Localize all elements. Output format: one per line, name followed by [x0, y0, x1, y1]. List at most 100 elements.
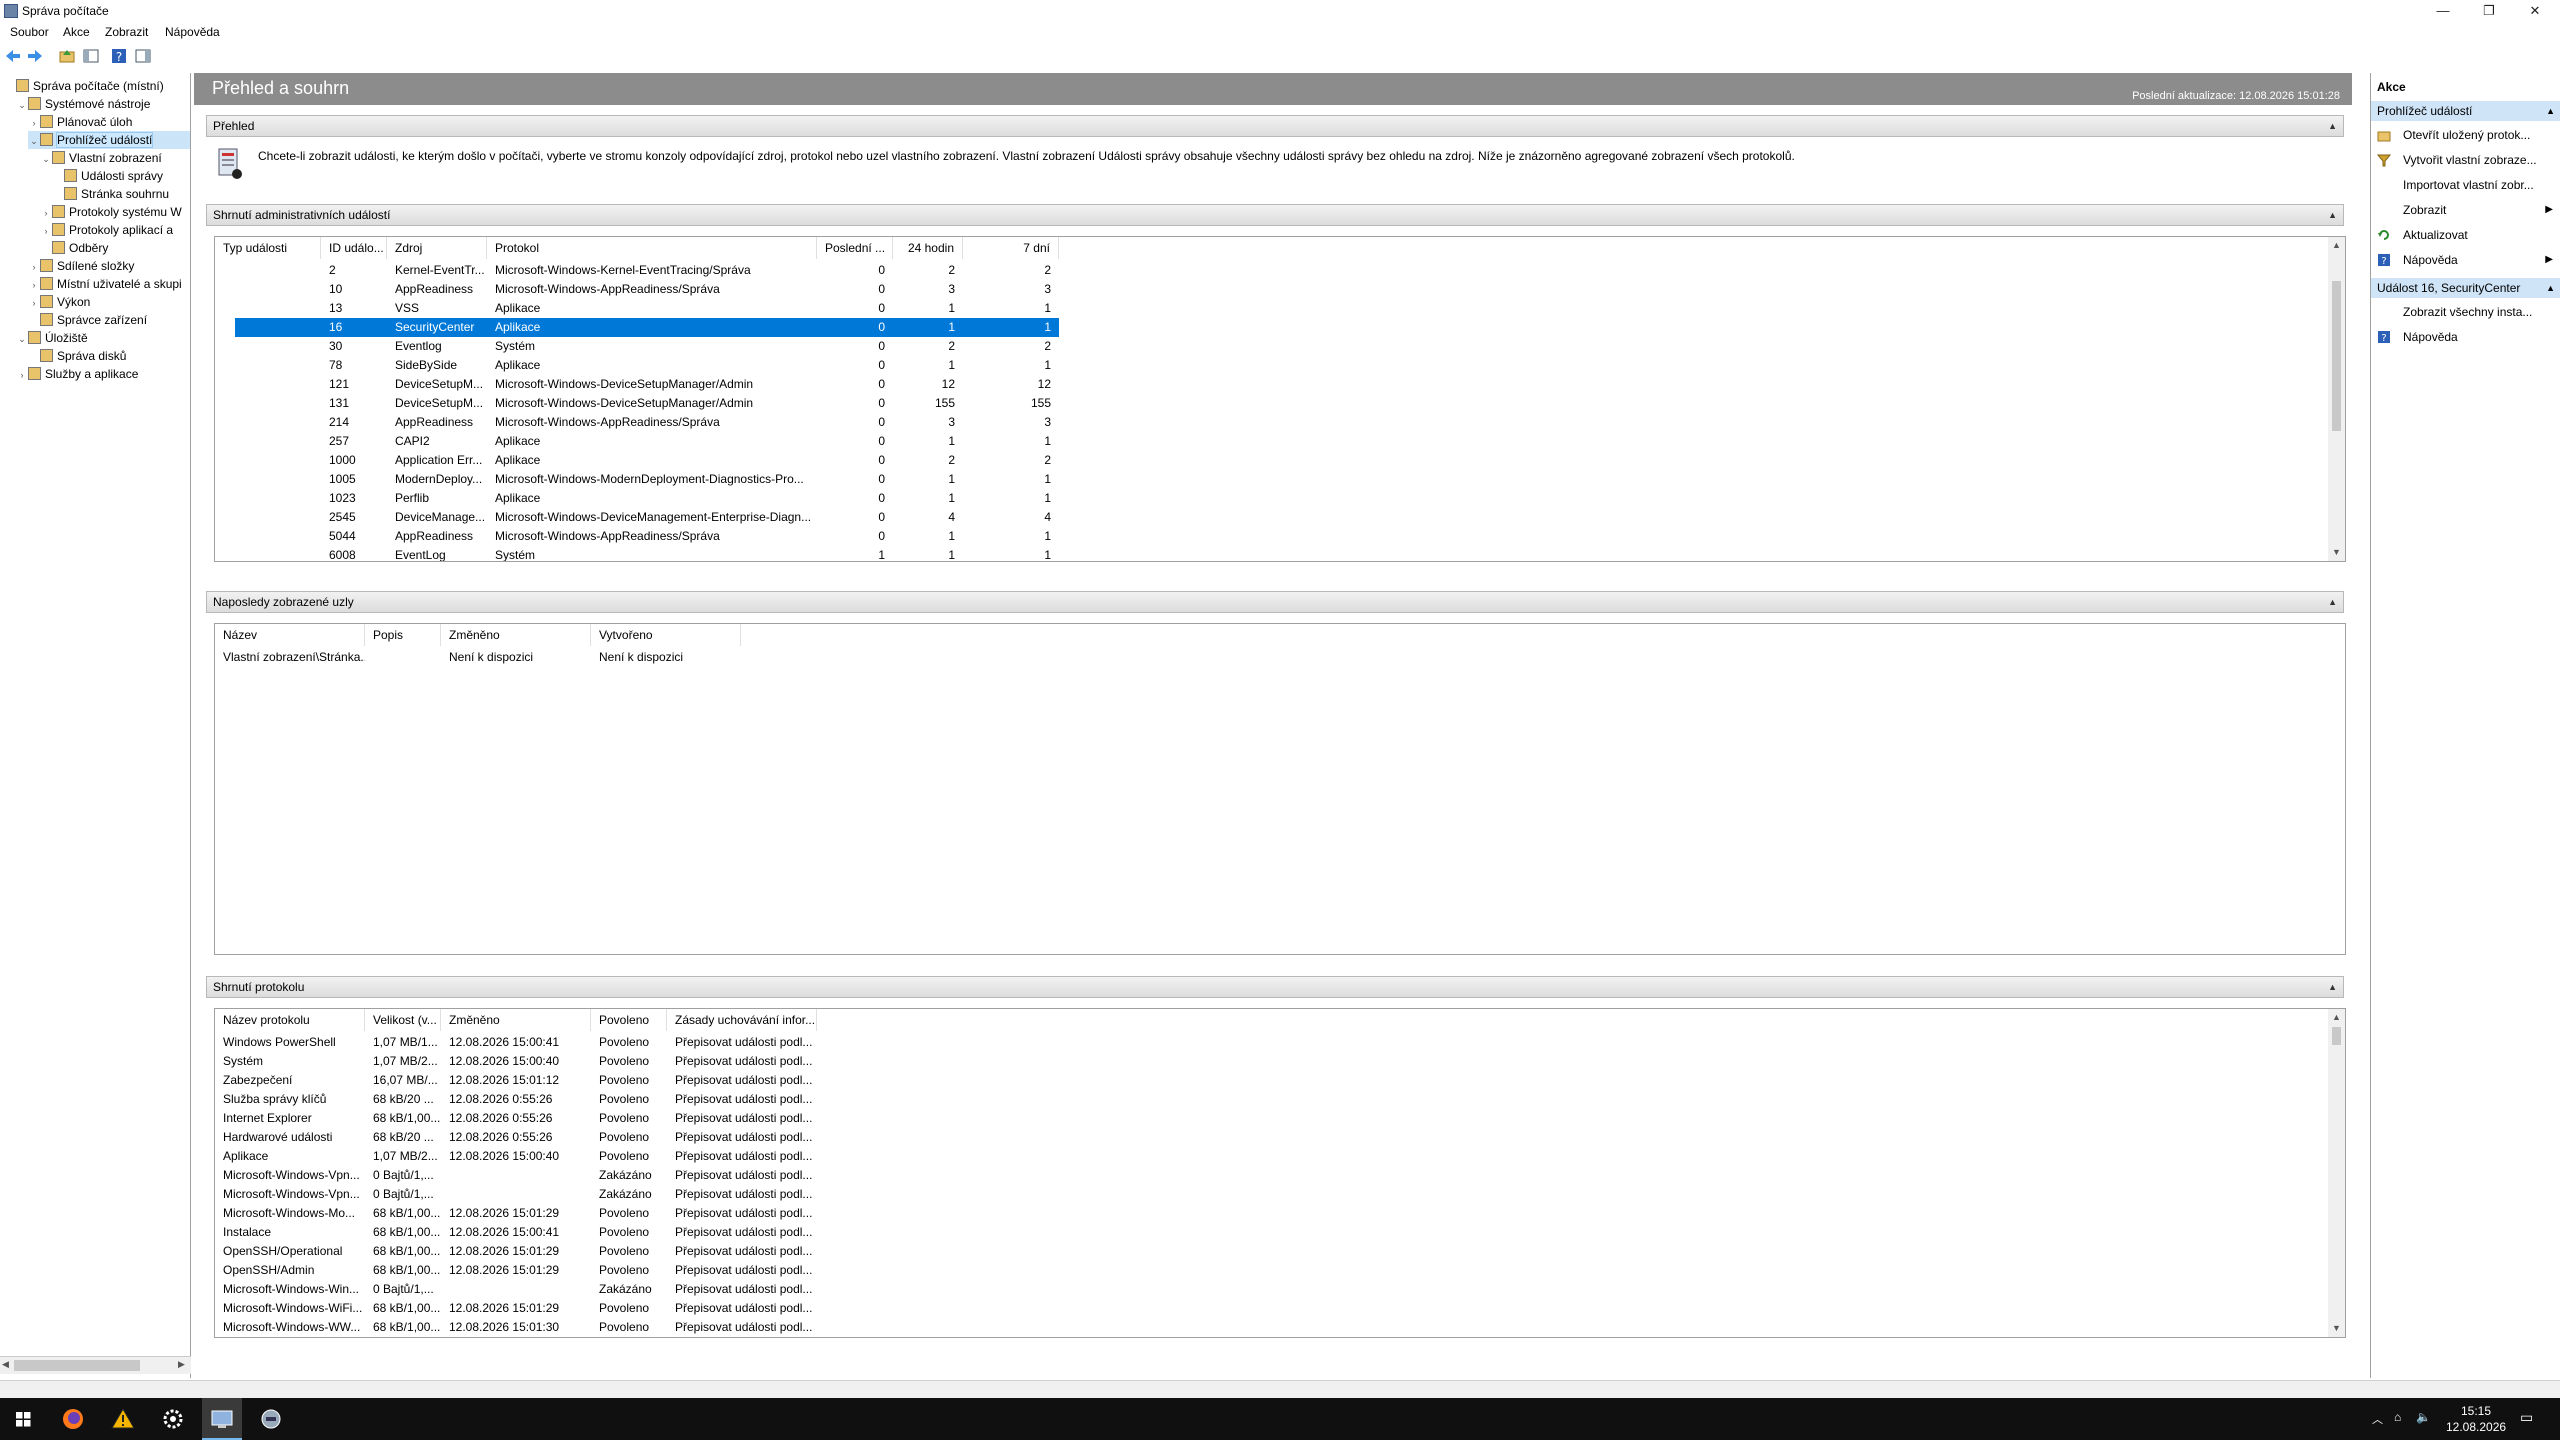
- expand-toggle-icon[interactable]: ›: [16, 366, 28, 383]
- scroll-right-icon[interactable]: ▶: [178, 1359, 185, 1370]
- actions-group-header[interactable]: Prohlížeč událostí ▲: [2371, 101, 2560, 121]
- expand-toggle-icon[interactable]: ›: [40, 222, 52, 239]
- tree-node[interactable]: ⌄ Vlastní zobrazení: [40, 149, 190, 167]
- table-row[interactable]: OpenSSH/Operational 68 kB/1,00... 12.08.20…: [215, 1242, 819, 1261]
- section-log-summary-header[interactable]: Shrnutí protokolu ▲: [206, 976, 2344, 998]
- scroll-thumb[interactable]: [14, 1360, 140, 1371]
- tree-node[interactable]: Správa disků: [28, 347, 190, 365]
- table-row[interactable]: 10 AppReadiness Microsoft-Windows-AppReadi…: [235, 280, 1059, 299]
- action-item[interactable]: Otevřít uložený protok...: [2371, 123, 2560, 147]
- table-row[interactable]: 6008 EventLog Systém 1 1 1: [235, 546, 1059, 561]
- volume-icon[interactable]: 🔈: [2416, 1410, 2431, 1424]
- tree-node[interactable]: ⌄ Prohlížeč událostí: [28, 131, 190, 149]
- table-row[interactable]: 131 DeviceSetupM... Microsoft-Windows-Devi…: [235, 394, 1059, 413]
- scroll-down-icon[interactable]: ▼: [2328, 544, 2345, 561]
- tray-chevron-icon[interactable]: ︿: [2372, 1411, 2383, 1427]
- tree-node[interactable]: ⌄ Úložiště: [16, 329, 190, 347]
- expand-toggle-icon[interactable]: ⌄: [16, 330, 28, 347]
- tree-node[interactable]: › Protokoly aplikací a: [40, 221, 190, 239]
- tree-node[interactable]: › Sdílené složky: [28, 257, 190, 275]
- scroll-thumb[interactable]: [2332, 281, 2341, 431]
- column-header[interactable]: Typ události: [215, 237, 321, 259]
- scroll-up-icon[interactable]: ▲: [2328, 237, 2345, 254]
- column-header[interactable]: 7 dní: [963, 237, 1059, 259]
- tree-node[interactable]: Odběry: [40, 239, 190, 257]
- table-row[interactable]: Internet Explorer 68 kB/1,00... 12.08.2026…: [215, 1109, 819, 1128]
- collapse-icon[interactable]: ▲: [2328, 977, 2337, 997]
- scroll-thumb[interactable]: [2332, 1027, 2341, 1045]
- tree-node[interactable]: › Protokoly systému W: [40, 203, 190, 221]
- column-header[interactable]: Velikost (v...: [365, 1009, 441, 1031]
- column-header[interactable]: Protokol: [487, 237, 817, 259]
- table-row[interactable]: Microsoft-Windows-WW... 68 kB/1,00... 12.0…: [215, 1318, 819, 1337]
- tree-horizontal-scrollbar[interactable]: ◀ ▶: [0, 1356, 191, 1374]
- table-row[interactable]: Systém 1,07 MB/2... 12.08.2026 15:00:40 Pov…: [215, 1052, 819, 1071]
- table-row[interactable]: 13 VSS Aplikace 0 1 1: [235, 299, 1059, 318]
- settings-gear-icon[interactable]: [160, 1406, 186, 1432]
- table-row[interactable]: 2545 DeviceManage... Microsoft-Windows-Dev…: [235, 508, 1059, 527]
- action-item[interactable]: Aktualizovat: [2371, 223, 2560, 247]
- notifications-icon[interactable]: ▭: [2520, 1409, 2533, 1426]
- collapse-icon[interactable]: ▲: [2546, 101, 2555, 121]
- table-row[interactable]: 5044 AppReadiness Microsoft-Windows-AppRea…: [235, 527, 1059, 546]
- table-row[interactable]: 121 DeviceSetupM... Microsoft-Windows-Devi…: [235, 375, 1059, 394]
- table-row[interactable]: 78 SideBySide Aplikace 0 1 1: [235, 356, 1059, 375]
- column-header[interactable]: 24 hodin: [893, 237, 963, 259]
- table-row[interactable]: Aplikace 1,07 MB/2... 12.08.2026 15:00:40 P…: [215, 1147, 819, 1166]
- table-row[interactable]: Microsoft-Windows-WiFi... 68 kB/1,00... 12…: [215, 1299, 819, 1318]
- clock-date[interactable]: 12.08.2026: [2446, 1420, 2506, 1434]
- expand-toggle-icon[interactable]: ›: [28, 294, 40, 311]
- firefox-icon[interactable]: [60, 1406, 86, 1432]
- expand-toggle-icon[interactable]: ⌄: [16, 96, 28, 113]
- table-row[interactable]: Hardwarové události 68 kB/20 ... 12.08.202…: [215, 1128, 819, 1147]
- table-row[interactable]: OpenSSH/Admin 68 kB/1,00... 12.08.2026 15:…: [215, 1261, 819, 1280]
- tree-node[interactable]: Správa počítače (místní): [4, 77, 190, 95]
- table-row[interactable]: Microsoft-Windows-Mo... 68 kB/1,00... 12.0…: [215, 1204, 819, 1223]
- menu-zobrazit[interactable]: Zobrazit: [103, 25, 150, 39]
- action-item[interactable]: Zobrazit všechny insta...: [2371, 300, 2560, 324]
- expand-toggle-icon[interactable]: ⌄: [28, 132, 40, 149]
- tree-node[interactable]: Správce zařízení: [28, 311, 190, 329]
- table-row[interactable]: 30 Eventlog Systém 0 2 2: [235, 337, 1059, 356]
- clock-time[interactable]: 15:15: [2446, 1404, 2506, 1418]
- forward-arrow-icon[interactable]: [26, 47, 44, 65]
- menu-soubor[interactable]: Soubor: [8, 25, 51, 39]
- tree-node[interactable]: Stránka souhrnu: [52, 185, 190, 203]
- section-recent-nodes-header[interactable]: Naposledy zobrazené uzly ▲: [206, 591, 2344, 613]
- column-header[interactable]: Název protokolu: [215, 1009, 365, 1031]
- show-hide-tree-icon[interactable]: [82, 47, 100, 65]
- vertical-scrollbar[interactable]: ▲ ▼: [2328, 1009, 2345, 1337]
- warning-app-icon[interactable]: [110, 1406, 136, 1432]
- column-header[interactable]: Vytvořeno: [591, 624, 741, 646]
- action-item[interactable]: ? Nápověda: [2371, 325, 2560, 349]
- action-item[interactable]: ? Nápověda ▶: [2371, 248, 2560, 272]
- tree-node[interactable]: Události správy: [52, 167, 190, 185]
- maximize-button[interactable]: ❐: [2466, 0, 2512, 22]
- table-row[interactable]: Služba správy klíčů 68 kB/20 ... 12.08.202…: [215, 1090, 819, 1109]
- tree-node[interactable]: › Výkon: [28, 293, 190, 311]
- column-header[interactable]: Změněno: [441, 624, 591, 646]
- section-admin-events-header[interactable]: Shrnutí administrativních událostí ▲: [206, 204, 2344, 226]
- taskbar-active-app[interactable]: [202, 1398, 242, 1440]
- column-header[interactable]: Povoleno: [591, 1009, 667, 1031]
- action-item[interactable]: Zobrazit ▶: [2371, 198, 2560, 222]
- tree-node[interactable]: › Místní uživatelé a skupi: [28, 275, 190, 293]
- column-header[interactable]: Název: [215, 624, 365, 646]
- vertical-scrollbar[interactable]: ▲ ▼: [2328, 237, 2345, 561]
- scroll-left-icon[interactable]: ◀: [2, 1359, 9, 1370]
- help-icon[interactable]: ?: [110, 47, 128, 65]
- network-icon[interactable]: ⌂: [2394, 1410, 2401, 1424]
- collapse-icon[interactable]: ▲: [2328, 116, 2337, 136]
- collapse-icon[interactable]: ▲: [2328, 205, 2337, 225]
- minimize-button[interactable]: —: [2420, 0, 2466, 22]
- expand-toggle-icon[interactable]: ›: [28, 114, 40, 131]
- table-row[interactable]: 16 SecurityCenter Aplikace 0 1 1: [235, 318, 1059, 337]
- action-item[interactable]: Vytvořit vlastní zobraze...: [2371, 148, 2560, 172]
- column-header[interactable]: Zásady uchovávání infor...: [667, 1009, 817, 1031]
- section-overview-header[interactable]: Přehled ▲: [206, 115, 2344, 137]
- tree-node[interactable]: › Plánovač úloh: [28, 113, 190, 131]
- show-hide-action-pane-icon[interactable]: [134, 47, 152, 65]
- scroll-up-icon[interactable]: ▲: [2328, 1009, 2345, 1026]
- system-tool-icon[interactable]: [258, 1406, 284, 1432]
- column-header[interactable]: Zdroj: [387, 237, 487, 259]
